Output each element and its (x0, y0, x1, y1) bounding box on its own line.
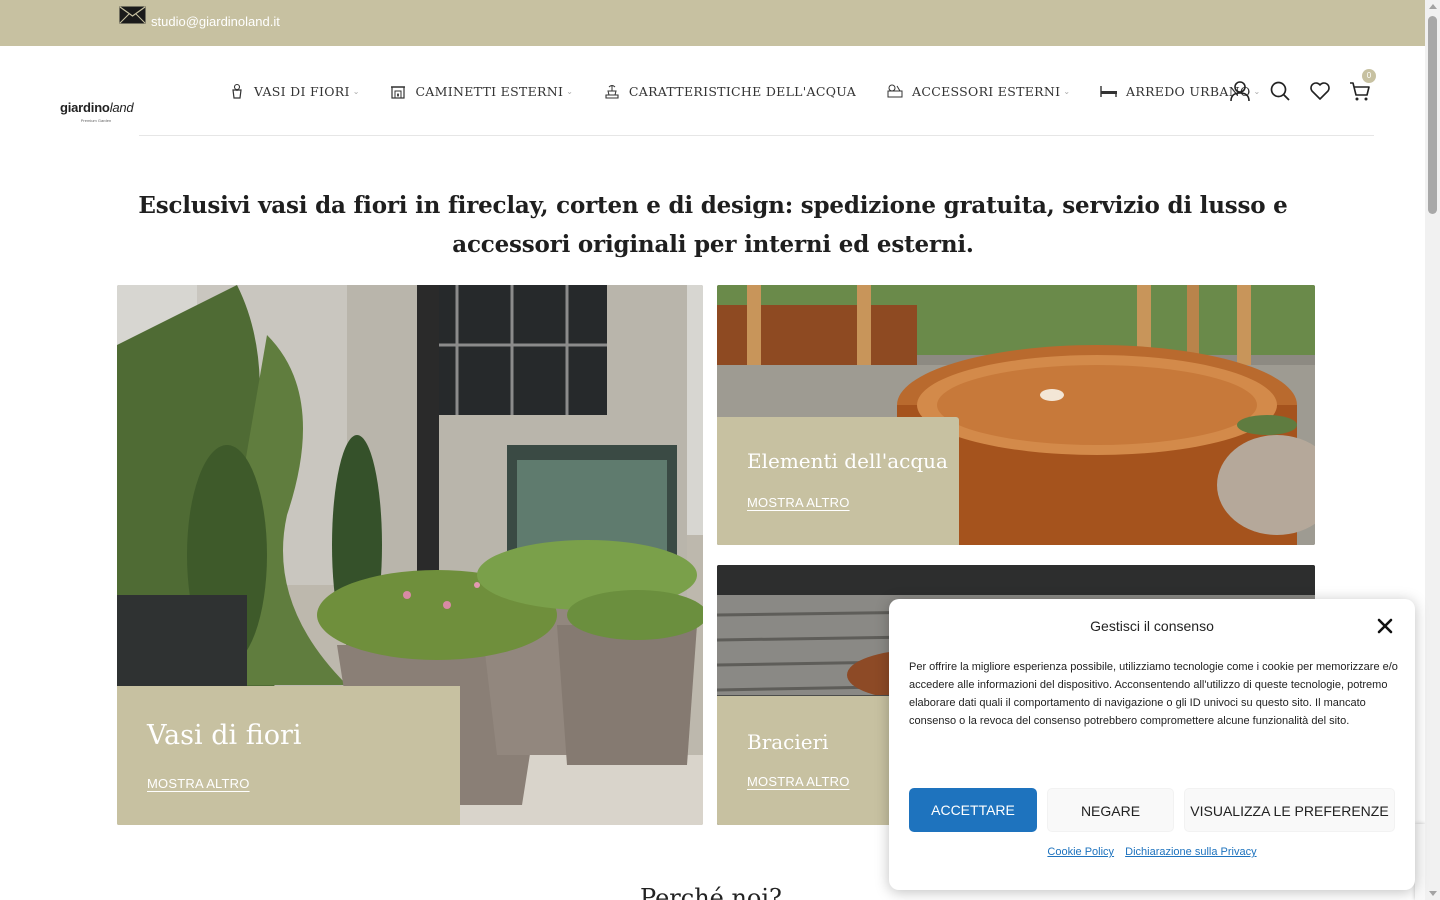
close-icon[interactable] (1376, 617, 1394, 635)
nav-label: ACCESSORI ESTERNI (912, 83, 1061, 99)
envelope-icon (119, 6, 146, 24)
category-card-vasi[interactable]: Vasi di fiori MOSTRA ALTRO (117, 285, 703, 825)
contact-email[interactable]: studio@giardinoland.it (151, 14, 280, 29)
category-card-panel: Elementi dell'acqua MOSTRA ALTRO (717, 417, 959, 545)
view-preferences-button[interactable]: VISUALIZZA LE PREFERENZE (1184, 788, 1395, 832)
category-title: Bracieri (747, 730, 829, 754)
nav-caratteristiche-acqua[interactable]: CARATTERISTICHE DELL'ACQUA (603, 82, 856, 100)
show-more-link[interactable]: MOSTRA ALTRO (747, 495, 850, 510)
site-header: giardinoland Premium Garden VASI DI FIOR… (0, 46, 1425, 136)
nav-caminetti-esterni[interactable]: CAMINETTI ESTERNI ⌄ (389, 82, 573, 100)
category-title: Elementi dell'acqua (747, 449, 948, 473)
logo-tagline: Premium Garden (80, 118, 112, 123)
privacy-statement-link[interactable]: Dichiarazione sulla Privacy (1125, 846, 1256, 858)
nav-label: CARATTERISTICHE DELL'ACQUA (628, 83, 857, 99)
nav-label: CAMINETTI ESTERNI (415, 83, 564, 99)
policy-links: Cookie Policy Dichiarazione sulla Privac… (889, 846, 1415, 858)
category-title: Vasi di fiori (147, 720, 302, 751)
user-icon[interactable] (1228, 79, 1252, 103)
nav-label: VASI DI FIORI (254, 83, 350, 99)
fireplace-icon (389, 82, 407, 100)
heart-icon[interactable] (1308, 79, 1332, 103)
top-bar: studio@giardinoland.it (0, 0, 1425, 46)
flower-pot-icon (228, 82, 246, 100)
page-scrollbar[interactable] (1425, 0, 1440, 900)
garden-accessory-icon (886, 82, 904, 100)
show-more-link[interactable]: MOSTRA ALTRO (147, 776, 250, 791)
header-divider (139, 135, 1374, 136)
dialog-message: Per offrire la migliore esperienza possi… (909, 661, 1398, 727)
search-icon[interactable] (1268, 79, 1292, 103)
cart-icon[interactable]: 0 (1348, 69, 1376, 103)
cart-count-badge: 0 (1362, 69, 1376, 83)
section-heading: Perché noi? (640, 884, 782, 900)
main-nav: VASI DI FIORI ⌄ CAMINETTI ESTERNI ⌄ CARA… (228, 80, 1290, 102)
site-logo[interactable]: giardinoland Premium Garden (60, 99, 134, 123)
cookie-policy-link[interactable]: Cookie Policy (1047, 846, 1114, 858)
scroll-up-arrow-icon[interactable] (1429, 4, 1437, 9)
header-actions: 0 (1228, 69, 1388, 103)
logo-word: giardino (60, 100, 110, 115)
show-more-link[interactable]: MOSTRA ALTRO (747, 774, 850, 789)
chevron-down-icon: ⌄ (566, 86, 573, 96)
cookie-consent-dialog: Gestisci il consenso Per offrire la migl… (889, 599, 1415, 890)
bench-icon (1100, 82, 1118, 100)
chevron-down-icon: ⌄ (352, 86, 360, 96)
logo-word-italic: land (109, 100, 134, 115)
deny-button[interactable]: NEGARE (1047, 788, 1174, 832)
category-card-acqua[interactable]: Elementi dell'acqua MOSTRA ALTRO (717, 285, 1315, 545)
page-tagline: Esclusivi vasi da fiori in fireclay, cor… (138, 192, 1288, 258)
fountain-icon (603, 82, 621, 100)
dialog-title: Gestisci il consenso (1090, 618, 1214, 634)
accept-button[interactable]: ACCETTARE (909, 788, 1037, 832)
category-card-panel: Vasi di fiori MOSTRA ALTRO (117, 686, 460, 825)
scroll-down-arrow-icon[interactable] (1429, 891, 1437, 896)
nav-accessori-esterni[interactable]: ACCESSORI ESTERNI ⌄ (886, 82, 1070, 100)
recaptcha-badge[interactable] (1415, 824, 1425, 900)
nav-vasi-di-fiori[interactable]: VASI DI FIORI ⌄ (228, 82, 359, 100)
scrollbar-thumb[interactable] (1428, 16, 1437, 214)
chevron-down-icon: ⌄ (1063, 86, 1071, 96)
